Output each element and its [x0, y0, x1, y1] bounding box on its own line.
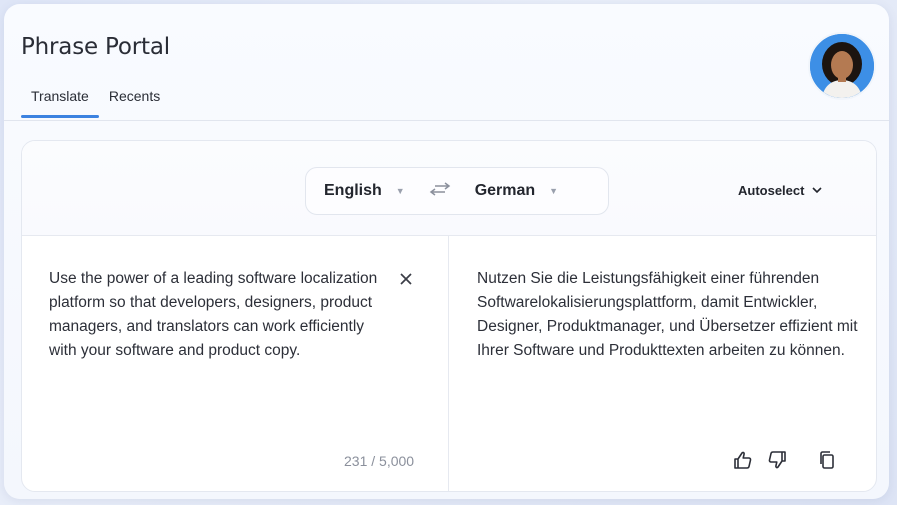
- autoselect-dropdown[interactable]: Autoselect: [738, 183, 823, 198]
- caret-down-icon: ▼: [549, 186, 559, 196]
- tab-bar: Translate Recents: [21, 84, 170, 120]
- tabs-divider: [4, 120, 889, 121]
- column-divider: [448, 235, 449, 491]
- thumbs-up-button[interactable]: [732, 449, 754, 471]
- app-title: Phrase Portal: [21, 34, 170, 60]
- character-count: 231 / 5,000: [344, 453, 415, 469]
- target-language-select[interactable]: German ▼: [475, 182, 558, 200]
- clear-text-button[interactable]: [398, 271, 414, 287]
- swap-arrows-icon: [429, 182, 450, 196]
- thumbs-up-icon: [734, 451, 752, 469]
- close-icon: [400, 273, 412, 285]
- thumbs-down-button[interactable]: [766, 449, 788, 471]
- copy-icon: [820, 451, 834, 469]
- thumbs-down-icon: [768, 451, 786, 469]
- translator-panel: English ▼ German ▼ Autoselect Use the po…: [21, 140, 877, 492]
- tab-translate[interactable]: Translate: [21, 84, 99, 118]
- app-window: Phrase Portal Translate Recents English …: [4, 4, 889, 499]
- caret-down-icon: ▼: [395, 186, 405, 196]
- target-language-label: German: [474, 182, 536, 199]
- source-language-select[interactable]: English ▼: [324, 182, 405, 200]
- tab-recents[interactable]: Recents: [99, 84, 170, 118]
- language-toolbar: English ▼ German ▼ Autoselect: [22, 141, 876, 236]
- autoselect-label: Autoselect: [738, 183, 805, 198]
- user-avatar[interactable]: [808, 32, 876, 100]
- translation-actions: [732, 449, 838, 471]
- copy-button[interactable]: [816, 449, 838, 471]
- swap-languages-button[interactable]: [429, 181, 451, 201]
- avatar-image: [810, 34, 874, 98]
- source-language-label: English: [324, 182, 382, 199]
- chevron-down-icon: [812, 185, 823, 197]
- language-selector: English ▼ German ▼: [305, 167, 609, 215]
- translated-text: Nutzen Sie die Leistungsfähigkeit einer …: [477, 270, 858, 359]
- source-text-input[interactable]: Use the power of a leading software loca…: [49, 267, 379, 363]
